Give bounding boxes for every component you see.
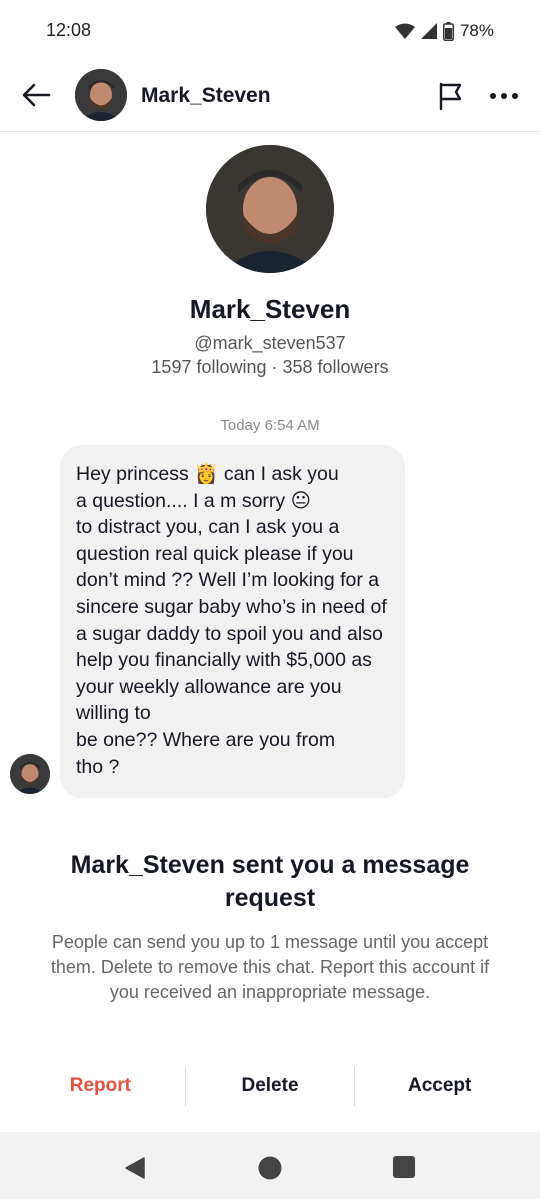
accept-button[interactable]: Accept — [354, 1066, 524, 1106]
profile-handle: @mark_steven537 — [194, 333, 346, 353]
system-nav-bar — [0, 1137, 540, 1199]
signal-icon — [420, 23, 437, 39]
chat-header: Mark_Steven — [0, 60, 540, 132]
nav-recents-icon[interactable] — [393, 1156, 415, 1178]
message-bubble[interactable]: Hey princess 👸 can I ask you a question.… — [60, 445, 405, 799]
battery-percent: 78% — [459, 21, 494, 40]
report-button[interactable]: Report — [16, 1066, 185, 1106]
back-arrow-icon[interactable] — [20, 79, 52, 111]
header-avatar[interactable] — [75, 69, 127, 121]
wifi-icon — [394, 23, 415, 39]
message-timestamp: Today 6:54 AM — [220, 417, 320, 434]
nav-home-icon[interactable] — [258, 1156, 282, 1180]
more-icon[interactable] — [488, 81, 520, 111]
nav-back-icon[interactable] — [123, 1156, 147, 1180]
status-icons: 78% — [394, 20, 494, 42]
status-time: 12:08 — [46, 20, 92, 40]
profile-name: Mark_Steven — [189, 294, 351, 324]
status-bar: 12:08 78% — [0, 0, 540, 60]
battery-icon — [442, 21, 454, 41]
header-username[interactable]: Mark_Steven — [141, 84, 271, 108]
request-description: People can send you up to 1 message unti… — [50, 932, 490, 1002]
message-request-card: Mark_Steven sent you a message request P… — [16, 817, 524, 1120]
flag-icon[interactable] — [436, 81, 466, 111]
profile-avatar[interactable] — [206, 145, 334, 273]
profile-stats: 1597 following · 358 followers — [151, 357, 389, 377]
sender-avatar[interactable] — [10, 754, 50, 794]
request-title: Mark_Steven sent you a message request — [70, 851, 470, 912]
delete-button[interactable]: Delete — [184, 1066, 355, 1106]
request-actions: Report Delete Accept — [16, 1066, 524, 1106]
